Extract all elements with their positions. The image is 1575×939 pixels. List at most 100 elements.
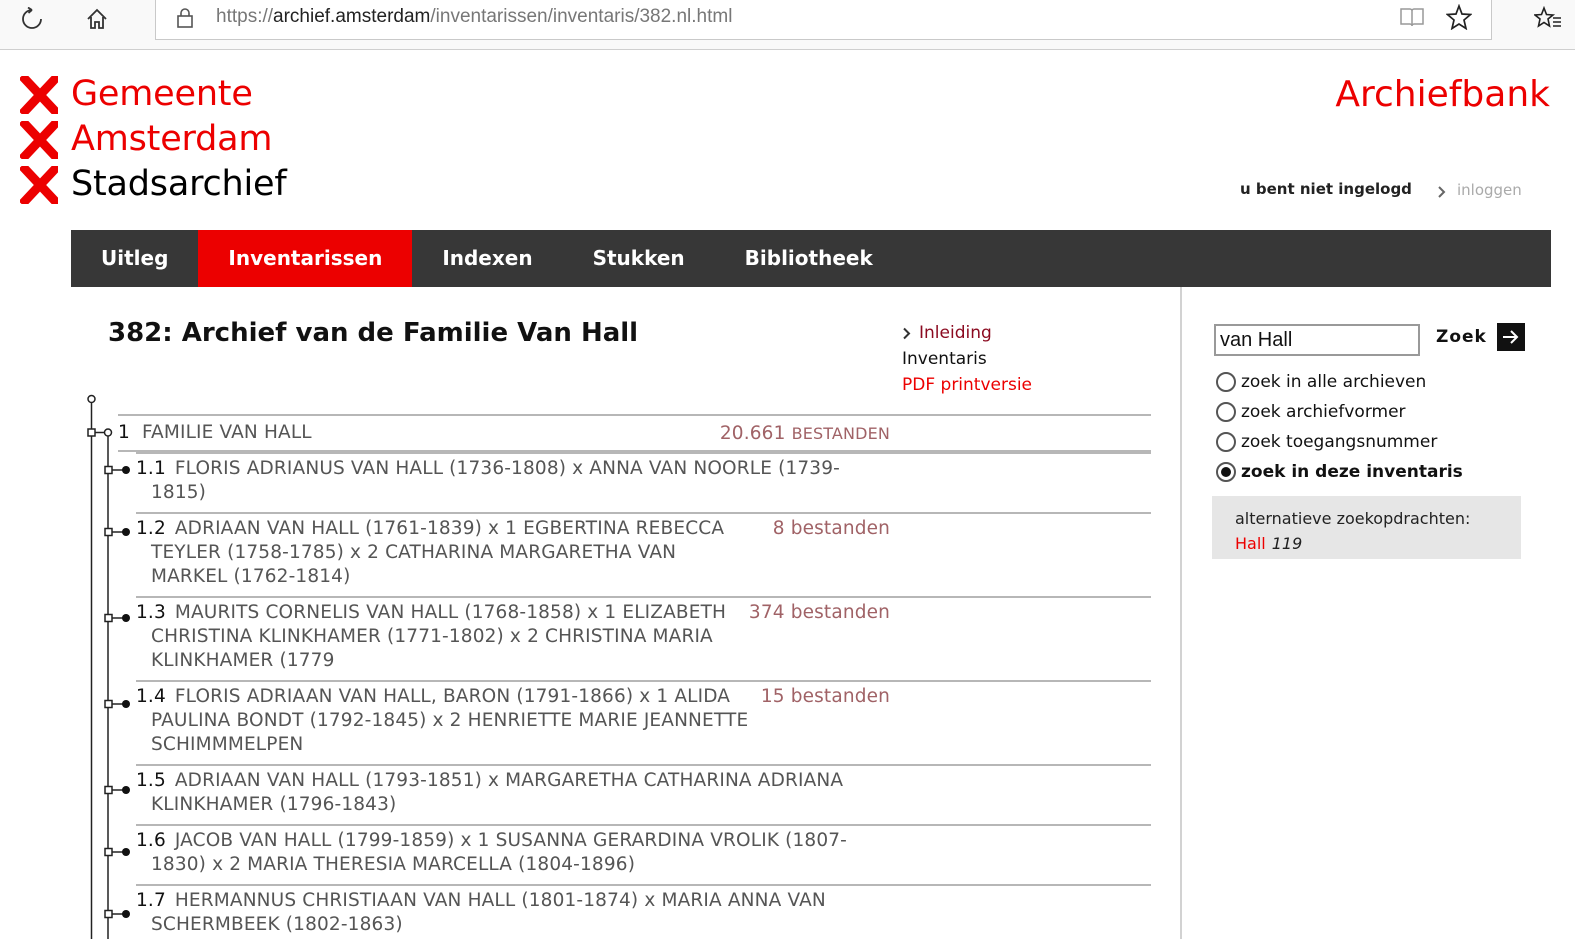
tree-row[interactable]: 1.7 HERMANNUS CHRISTIAAN VAN HALL (1801-1… [136,884,1151,939]
tree-node-expander[interactable] [104,527,113,537]
tree-row-number: 1.2 [136,518,166,539]
browser-toolbar: https://archief.amsterdam/inventarissen/… [0,0,1575,50]
tree-node-expander[interactable] [104,465,113,475]
gemeente-amsterdam-logo[interactable]: Gemeente Amsterdam Stadsarchief [20,72,287,207]
refresh-icon[interactable] [17,5,47,33]
favorite-star-icon[interactable] [1446,4,1472,30]
brand-title[interactable]: Archiefbank [1335,74,1550,115]
logo-row: Stadsarchief [20,162,287,207]
tree-row-count: 15 bestanden [760,686,890,707]
tree-row-label[interactable]: HERMANNUS CHRISTIAAN VAN HALL (1801-1874… [151,890,826,935]
tab-uitleg[interactable]: Uitleg [71,230,198,287]
tree-row-number: 1.3 [136,602,166,623]
radio-toegangsnummer[interactable]: zoek toegangsnummer [1216,427,1463,457]
tree-row-label[interactable]: FLORIS ADRIAAN VAN HALL, BARON (1791-186… [151,686,748,755]
inleiding-link[interactable]: Inleiding [902,320,1032,346]
search-input[interactable] [1214,324,1420,356]
tab-stukken[interactable]: Stukken [563,230,715,287]
logo-line-gemeente: Gemeente [71,74,253,114]
reading-view-icon[interactable] [1399,6,1425,28]
tab-indexen[interactable]: Indexen [412,230,562,287]
chevron-right-icon [1438,186,1446,198]
tree-row[interactable]: 1.5 ADRIAAN VAN HALL (1793-1851) x MARGAR… [136,764,1151,824]
tree-row-number: 1.4 [136,686,166,707]
tree-row-title: 1.7 HERMANNUS CHRISTIAAN VAN HALL (1801-1… [136,889,876,937]
tree-row-label[interactable]: MAURITS CORNELIS VAN HALL (1768-1858) x … [151,602,726,671]
radio-label[interactable]: zoek toegangsnummer [1241,432,1437,452]
page-title: 382: Archief van de Familie Van Hall [108,318,639,348]
radio-archiefvormer[interactable]: zoek archiefvormer [1216,397,1463,427]
tree-children: 1.1 FLORIS ADRIANUS VAN HALL (1736-1808) … [118,452,1151,939]
logo-line-stadsarchief: Stadsarchief [71,164,287,204]
chevron-right-icon [903,327,911,339]
count-number: 20.661 [719,423,786,444]
tree-row[interactable]: 1.3 MAURITS CORNELIS VAN HALL (1768-1858)… [136,596,1151,680]
tree-node-expander[interactable] [104,699,113,709]
address-bar[interactable]: https://archief.amsterdam/inventarissen/… [155,0,1492,40]
login-link-label[interactable]: inloggen [1457,181,1522,199]
tree-row-label[interactable]: ADRIAAN VAN HALL (1761-1839) x 1 EGBERTI… [151,518,724,587]
tree-row-title: 1.6 JACOB VAN HALL (1799-1859) x 1 SUSANN… [136,829,876,877]
tree-row-title: 1.3 MAURITS CORNELIS VAN HALL (1768-1858)… [136,601,751,673]
home-icon[interactable] [82,5,112,33]
logo-row: Amsterdam [20,117,287,162]
radio-deze-inventaris[interactable]: zoek in deze inventaris [1216,457,1463,487]
tree-node-expander[interactable] [104,909,113,919]
inventory-tree: 1 FAMILIE VAN HALL 20.661 BESTANDEN 1.1 F… [118,414,1151,939]
login-status: u bent niet ingelogd [1240,180,1412,198]
tree-row-number: 1.1 [136,458,166,479]
radio-alle-archieven[interactable]: zoek in alle archieven [1216,367,1463,397]
arrow-right-icon[interactable] [1496,323,1525,351]
tree-node-expander[interactable] [104,613,113,623]
tab-bibliotheek[interactable]: Bibliotheek [715,230,903,287]
tree-row[interactable]: 1.2 ADRIAAN VAN HALL (1761-1839) x 1 EGBE… [136,512,1151,596]
alternative-count: 119 [1271,534,1303,553]
inleiding-link-label[interactable]: Inleiding [919,320,992,346]
alternatives-heading: alternatieve zoekopdrachten: [1235,509,1471,528]
logo-row: Gemeente [20,72,287,117]
tree-row[interactable]: 1.4 FLORIS ADRIAAN VAN HALL, BARON (1791-… [136,680,1151,764]
tree-row-label[interactable]: JACOB VAN HALL (1799-1859) x 1 SUSANNA G… [151,830,847,875]
count-label: BESTANDEN [791,424,890,443]
radio-circle-icon[interactable] [1216,432,1236,452]
pdf-printversie-link[interactable]: PDF printversie [902,372,1032,398]
tree-row-label[interactable]: ADRIAAN VAN HALL (1793-1851) x MARGARETH… [151,770,843,815]
alternative-item: Hall 119 [1235,531,1521,556]
search-button-label[interactable]: Zoek [1428,327,1497,347]
tree-row-count: 374 bestanden [748,602,890,623]
radio-circle-icon[interactable] [1216,462,1236,482]
radio-circle-icon[interactable] [1216,372,1236,392]
alternative-link[interactable]: Hall [1235,534,1266,553]
favorites-list-icon[interactable] [1533,5,1563,33]
tab-inventarissen[interactable]: Inventarissen [198,230,413,287]
inventaris-label: Inventaris [902,349,987,369]
url-text[interactable]: https://archief.amsterdam/inventarissen/… [216,6,732,28]
tree-row-title: 1.2 ADRIAAN VAN HALL (1761-1839) x 1 EGBE… [136,517,751,589]
tree-row-count: 20.661 BESTANDEN [720,422,890,446]
tree-node-expander[interactable] [104,785,113,795]
andreas-cross-icon [20,75,58,114]
tree-row-label[interactable]: FAMILIE VAN HALL [142,422,312,443]
radio-label[interactable]: zoek in alle archieven [1241,372,1426,392]
radio-label[interactable]: zoek archiefvormer [1241,402,1406,422]
search-scope-options: zoek in alle archieven zoek archiefvorme… [1216,367,1463,487]
radio-label[interactable]: zoek in deze inventaris [1241,462,1463,482]
tree-row-title: 1.5 ADRIAAN VAN HALL (1793-1851) x MARGAR… [136,769,876,817]
tree-row-root[interactable]: 1 FAMILIE VAN HALL 20.661 BESTANDEN [118,414,1151,452]
tree-row-number: 1.7 [136,890,166,911]
main-navigation: Uitleg Inventarissen Indexen Stukken Bib… [71,230,1551,287]
tree-row-count: 8 bestanden [772,518,890,539]
tree-row-label[interactable]: FLORIS ADRIANUS VAN HALL (1736-1808) x A… [151,458,840,503]
tree-row[interactable]: 1.1 FLORIS ADRIANUS VAN HALL (1736-1808) … [136,452,1151,512]
tree-row[interactable]: 1.6 JACOB VAN HALL (1799-1859) x 1 SUSANN… [136,824,1151,884]
search-button[interactable]: Zoek [1428,322,1525,352]
tree-row-number: 1 [118,422,130,443]
sidebar-divider [1180,287,1182,939]
login-link[interactable]: inloggen [1437,180,1522,199]
alternative-searches: alternatieve zoekopdrachten: Hall 119 [1212,496,1521,559]
radio-circle-icon[interactable] [1216,402,1236,422]
tree-row-title: 1.1 FLORIS ADRIANUS VAN HALL (1736-1808) … [136,457,876,505]
tree-node-expander[interactable] [104,847,113,857]
tree-row-title: 1.4 FLORIS ADRIAAN VAN HALL, BARON (1791-… [136,685,751,757]
andreas-cross-icon [20,120,58,159]
